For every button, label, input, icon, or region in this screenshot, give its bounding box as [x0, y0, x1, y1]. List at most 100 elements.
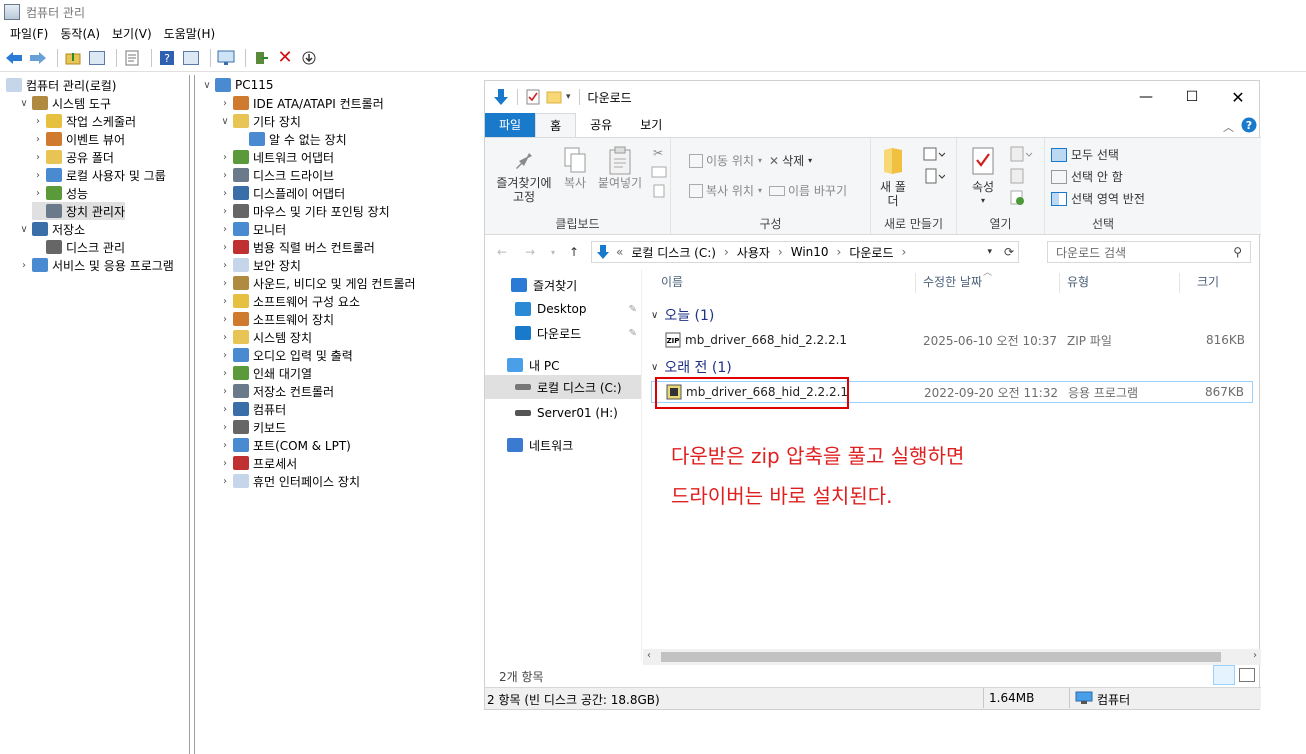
chevron-right-icon[interactable]: › [219, 170, 231, 181]
horizontal-scrollbar[interactable]: ‹ › [643, 649, 1261, 665]
scroll-right-icon[interactable]: › [1253, 650, 1257, 661]
chevron-right-icon[interactable]: › [219, 152, 231, 163]
nav-item[interactable]: 다운로드 ✎ [485, 321, 641, 345]
chevron-right-icon[interactable]: › [219, 332, 231, 343]
device-tree-item[interactable]: › 모니터 [219, 220, 286, 238]
console-tree-item[interactable]: ∨ 시스템 도구 [18, 94, 111, 112]
console-tree-item[interactable]: 컴퓨터 관리(로컬) [4, 76, 116, 94]
open-icon[interactable] [1009, 146, 1033, 162]
col-type[interactable]: 유형 [1067, 269, 1089, 295]
chevron-right-icon[interactable]: › [219, 350, 231, 361]
device-tree-item[interactable]: › 보안 장치 [219, 256, 301, 274]
device-tree-item[interactable]: › IDE ATA/ATAPI 컨트롤러 [219, 94, 384, 112]
device-tree-item[interactable]: › 사운드, 비디오 및 게임 컨트롤러 [219, 274, 416, 292]
copy-to-button[interactable]: 복사 위치 ▾ [689, 182, 762, 199]
scroll-thumb[interactable] [661, 652, 1221, 662]
monitor-icon[interactable] [216, 48, 236, 68]
group-header-today[interactable]: ∨ 오늘 (1) [651, 305, 714, 325]
easy-access-icon[interactable] [923, 168, 945, 184]
nav-item[interactable]: 즐겨찾기 [485, 273, 641, 297]
nav-up-icon[interactable]: ↑ [569, 245, 579, 259]
address-dropdown-icon[interactable]: ▾ [987, 247, 992, 257]
details-view-icon[interactable] [1213, 665, 1235, 685]
chevron-right-icon[interactable]: › [219, 476, 231, 487]
scroll-left-icon[interactable]: ‹ [647, 650, 651, 661]
chevron-right-icon[interactable]: › [32, 188, 44, 199]
console-tree-item[interactable]: › 성능 [32, 184, 88, 202]
console-tree-item[interactable]: › 서비스 및 응용 프로그램 [18, 256, 174, 274]
chevron-right-icon[interactable]: › [219, 224, 231, 235]
action-pane-icon[interactable] [181, 48, 201, 68]
chevron-right-icon[interactable]: › [219, 386, 231, 397]
col-size[interactable]: 크기 [1197, 269, 1219, 295]
console-tree-item[interactable]: › 이벤트 뷰어 [32, 130, 125, 148]
chevron-down-icon[interactable]: ∨ [18, 224, 30, 235]
console-tree-item[interactable]: › 공유 폴더 [32, 148, 114, 166]
large-icons-view-icon[interactable] [1239, 668, 1255, 682]
maximize-icon[interactable]: ☐ [1169, 81, 1215, 113]
device-tree-item[interactable]: › 컴퓨터 [219, 400, 286, 418]
nav-back-icon[interactable]: ← [497, 245, 507, 259]
device-tree-item[interactable]: › 디스크 드라이브 [219, 166, 334, 184]
properties-icon[interactable] [122, 48, 142, 68]
copy-button[interactable]: 복사 [557, 146, 593, 190]
device-tree-item[interactable]: › 키보드 [219, 418, 286, 436]
device-tree-item[interactable]: 알 수 없는 장치 [235, 130, 347, 148]
invert-selection-button[interactable]: 선택 영역 반전 [1051, 190, 1145, 207]
file-row[interactable]: ZIP mb_driver_668_hid_2.2.2.1 2025-06-10… [651, 329, 1253, 351]
chevron-right-icon[interactable]: › [18, 260, 30, 271]
tab-file[interactable]: 파일 [485, 113, 536, 137]
properties-check-icon[interactable] [526, 89, 540, 105]
show-hide-tree-icon[interactable] [87, 48, 107, 68]
breadcrumb-win10[interactable]: Win10 [791, 245, 829, 259]
update-driver-icon[interactable] [251, 48, 271, 68]
search-input[interactable]: 다운로드 검색 ⚲ [1047, 241, 1251, 263]
console-tree-item[interactable]: › 로컬 사용자 및 그룹 [32, 166, 166, 184]
chevron-down-icon[interactable]: ∨ [18, 98, 30, 109]
move-to-button[interactable]: 이동 위치 ▾ [689, 152, 762, 169]
device-tree-item[interactable]: › 소프트웨어 장치 [219, 310, 334, 328]
pin-button[interactable]: 즐겨찾기에 고정 [489, 146, 559, 204]
chevron-right-icon[interactable]: › [219, 440, 231, 451]
nav-item[interactable]: 네트워크 [485, 433, 641, 457]
nav-item[interactable]: Desktop ✎ [485, 297, 641, 321]
scan-hardware-icon[interactable] [299, 48, 319, 68]
recent-locations-icon[interactable]: ▾ [551, 248, 555, 257]
device-tree-item[interactable]: › 포트(COM & LPT) [219, 436, 351, 454]
new-item-icon[interactable] [923, 146, 945, 162]
breadcrumb-c-drive[interactable]: 로컬 디스크 (C:) [631, 244, 716, 261]
device-tree-item[interactable]: › 프로세서 [219, 454, 297, 472]
device-tree-item[interactable]: ∨ 기타 장치 [219, 112, 301, 130]
help-icon[interactable]: ? [1241, 117, 1257, 133]
device-tree-item[interactable]: › 시스템 장치 [219, 328, 312, 346]
nav-forward-icon[interactable]: → [525, 245, 535, 259]
uninstall-icon[interactable]: ✕ [275, 47, 295, 68]
chevron-right-icon[interactable]: › [219, 296, 231, 307]
chevron-right-icon[interactable]: › [219, 188, 231, 199]
col-name[interactable]: 이름 [661, 269, 683, 295]
quick-access-dropdown-icon[interactable]: ▾ [566, 92, 571, 102]
rename-button[interactable]: 이름 바꾸기 [769, 182, 847, 199]
device-tree-item[interactable]: › 범용 직렬 버스 컨트롤러 [219, 238, 375, 256]
device-tree-root[interactable]: ∨ PC115 [201, 76, 274, 94]
back-icon[interactable] [4, 48, 24, 68]
chevron-down-icon[interactable]: ∨ [201, 80, 213, 91]
breadcrumb-users[interactable]: 사용자 [737, 244, 770, 261]
menu-help[interactable]: 도움말(H) [158, 24, 222, 44]
delete-button[interactable]: ✕ 삭제 ▾ [769, 152, 812, 169]
nav-item[interactable]: Server01 (H:) [485, 401, 641, 425]
history-icon[interactable] [1009, 190, 1025, 206]
chevron-right-icon[interactable]: › [219, 314, 231, 325]
device-tree-item[interactable]: › 인쇄 대기열 [219, 364, 312, 382]
up-folder-icon[interactable] [63, 48, 83, 68]
device-tree-item[interactable]: › 오디오 입력 및 출력 [219, 346, 353, 364]
chevron-right-icon[interactable]: › [219, 458, 231, 469]
device-tree-item[interactable]: › 휴먼 인터페이스 장치 [219, 472, 360, 490]
device-tree-item[interactable]: › 소프트웨어 구성 요소 [219, 292, 360, 310]
chevron-right-icon[interactable]: › [219, 98, 231, 109]
breadcrumb-downloads[interactable]: 다운로드 [849, 244, 893, 261]
console-tree-item[interactable]: › 작업 스케줄러 [32, 112, 136, 130]
chevron-right-icon[interactable]: › [219, 368, 231, 379]
tab-home[interactable]: 홈 [535, 113, 577, 137]
paste-button[interactable]: 붙여넣기 [595, 146, 645, 190]
